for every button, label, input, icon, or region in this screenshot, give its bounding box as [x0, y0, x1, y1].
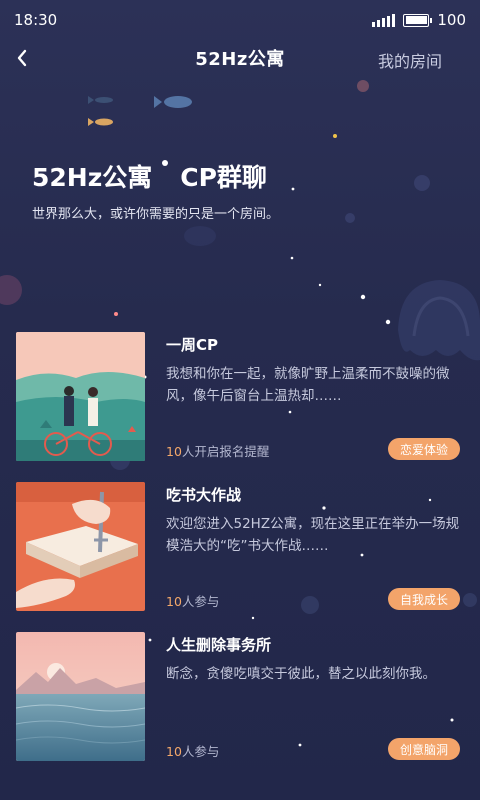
book-fork-illustration	[16, 482, 145, 611]
participant-count: 10	[166, 444, 182, 459]
participant-label: 人参与	[181, 594, 220, 609]
fish-silhouette	[184, 226, 216, 246]
status-indicators: 100	[372, 11, 466, 29]
page-title: 52Hz公寓	[195, 49, 285, 70]
battery-level: 100	[437, 11, 466, 29]
room-card-cp[interactable]: 一周CP 我想和你在一起，就像旷野上温柔而不鼓噪的微风，像午后窗台上温热却…… …	[16, 332, 464, 462]
room-tag[interactable]: 创意脑洞	[387, 738, 460, 760]
hero-subtitle: 世界那么大，或许你需要的只是一个房间。	[32, 207, 280, 222]
room-tag[interactable]: 恋爱体验	[387, 438, 460, 460]
battery-icon	[403, 13, 433, 27]
room-description: 断念，贪傻吃嗔交于彼此，替之以此刻你我。	[166, 666, 436, 682]
room-card-book[interactable]: 吃书大作战 欢迎您进入52HZ公寓，现在这里正在举办一场规模浩大的“吃”书大作战…	[16, 482, 464, 612]
nav-bar: 52Hz公寓 我的房间	[0, 36, 480, 80]
participant-label: 人开启报名提醒	[181, 444, 270, 459]
room-thumbnail	[16, 632, 145, 761]
my-room-link[interactable]: 我的房间	[378, 48, 442, 72]
hero-title-right: CP群聊	[180, 163, 267, 192]
room-title: 吃书大作战	[166, 486, 242, 504]
room-description: 欢迎您进入52HZ公寓，现在这里正在举办一场规模浩大的“吃”书大作战……	[166, 516, 460, 554]
participant-count: 10	[166, 594, 182, 609]
bubble	[414, 175, 430, 191]
room-tag[interactable]: 自我成长	[387, 588, 460, 610]
room-thumbnail	[16, 332, 145, 461]
participant-label: 人参与	[181, 744, 220, 759]
hero-separator-dot	[162, 160, 169, 166]
bubble	[463, 593, 477, 607]
room-participants: 10人开启报名提醒	[166, 441, 269, 460]
hero-title-left: 52Hz公寓	[32, 163, 153, 192]
sunset-sea-illustration	[16, 632, 145, 761]
couple-bicycle-illustration	[16, 332, 145, 461]
status-bar: 18:30 100	[0, 0, 480, 40]
fish-decoration	[88, 96, 192, 126]
room-description: 我想和你在一起，就像旷野上温柔而不鼓噪的微风，像午后窗台上温热却……	[166, 366, 450, 404]
room-thumbnail	[16, 482, 145, 611]
room-card-delete[interactable]: 人生删除事务所 断念，贪傻吃嗔交于彼此，替之以此刻你我。 10人参与 创意脑洞	[16, 632, 464, 762]
hero-title: 52Hz公寓 CP群聊	[32, 158, 267, 194]
room-participants: 10人参与	[166, 591, 219, 610]
status-time: 18:30	[14, 11, 58, 29]
back-button[interactable]	[10, 46, 34, 70]
signal-icon	[372, 13, 396, 27]
room-title: 人生删除事务所	[166, 636, 272, 654]
room-participants: 10人参与	[166, 741, 219, 760]
participant-count: 10	[166, 744, 182, 759]
bubble	[357, 80, 369, 92]
bubble	[0, 275, 22, 305]
room-title: 一周CP	[166, 336, 219, 354]
bubble	[345, 213, 355, 223]
chevron-left-icon	[17, 49, 27, 67]
